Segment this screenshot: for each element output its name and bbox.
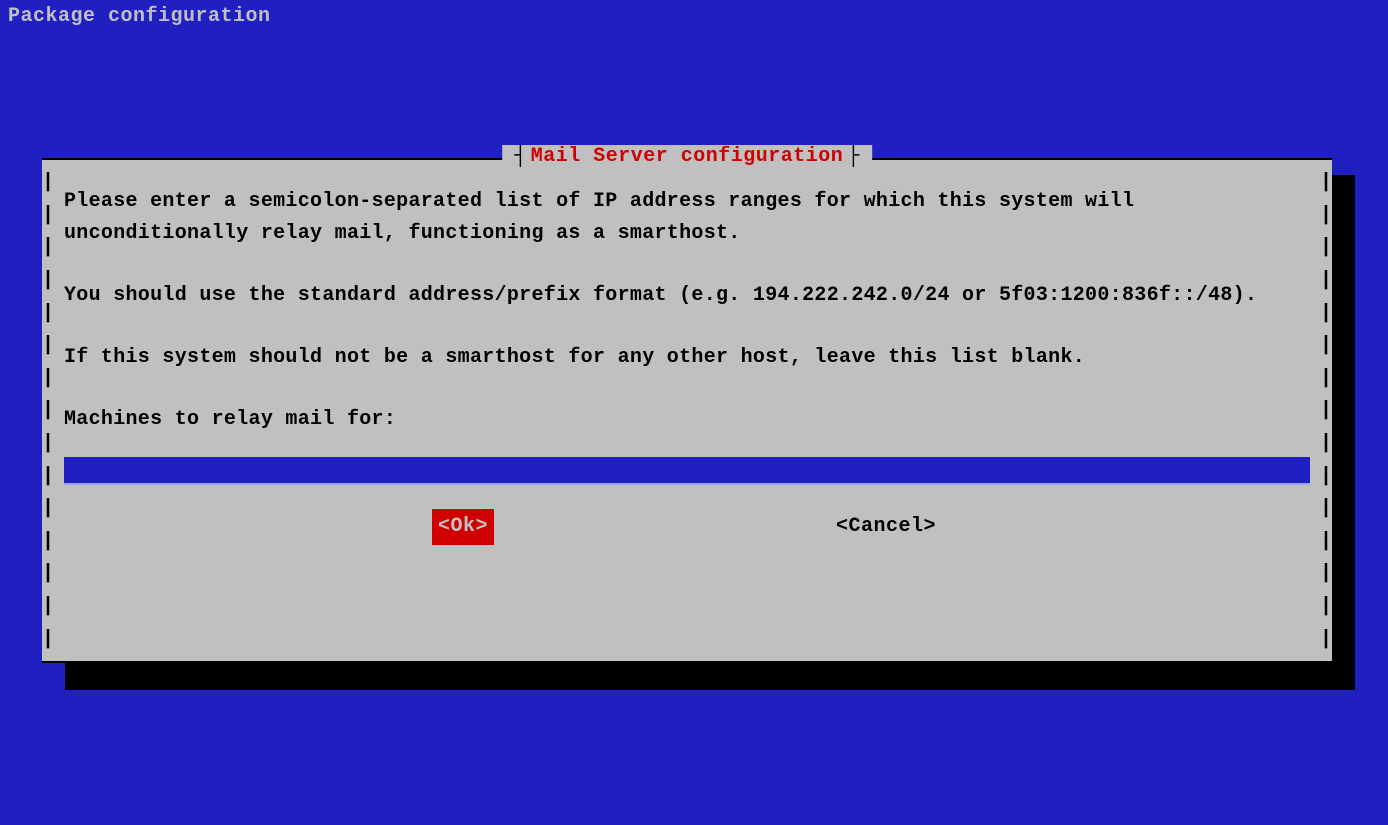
title-left-bracket-icon: ┤ [514,145,527,168]
ok-button[interactable]: <Ok> [432,509,494,545]
page-header: Package configuration [0,0,1388,33]
title-right-bracket-icon: ├ [847,145,860,168]
header-title: Package configuration [8,5,271,28]
relay-machines-input[interactable] [64,457,1310,485]
config-dialog: ||| ||| ||| ||| ||| ||| ||| ||| ||| ||| … [42,158,1332,663]
cancel-button[interactable]: <Cancel> [830,509,942,545]
dialog-title-bar: ┤Mail Server configuration├ [502,145,872,168]
dialog-title: Mail Server configuration [531,145,844,168]
description-paragraph-3: If this system should not be a smarthost… [64,342,1310,374]
description-paragraph-2: You should use the standard address/pref… [64,280,1310,312]
input-prompt-label: Machines to relay mail for: [64,404,1310,436]
description-paragraph-1: Please enter a semicolon-separated list … [64,186,1310,250]
